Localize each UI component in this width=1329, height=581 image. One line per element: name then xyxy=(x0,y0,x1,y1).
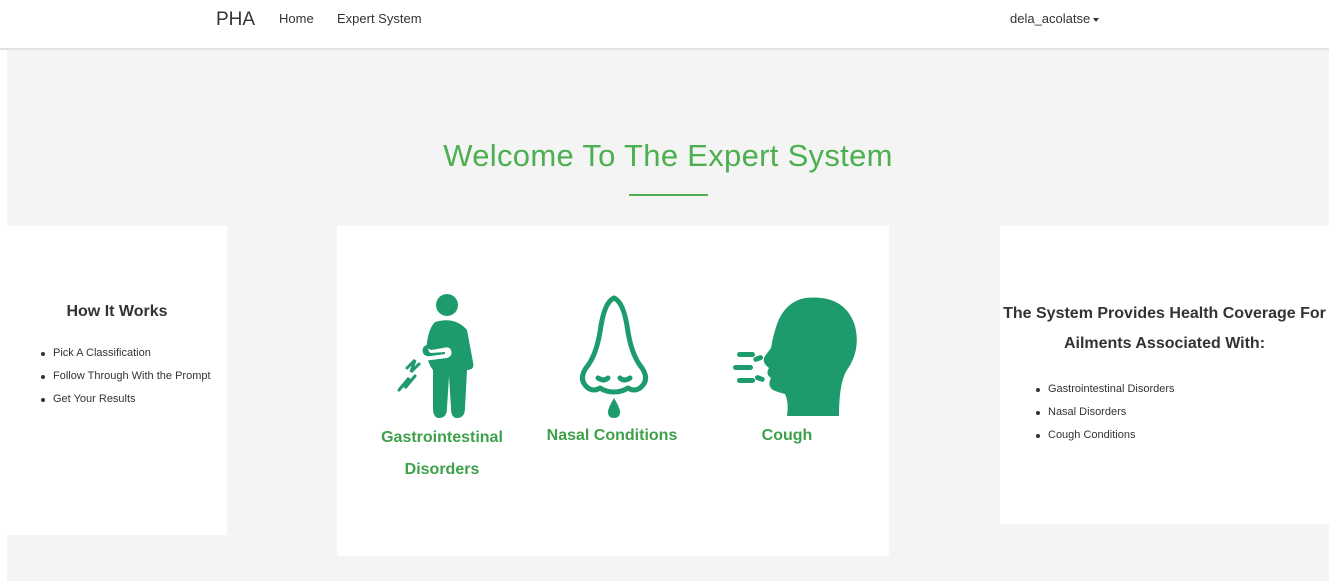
list-item: Follow Through With the Prompt xyxy=(39,365,211,388)
list-item: Gastrointestinal Disorders xyxy=(1034,378,1175,401)
coverage-list: Gastrointestinal Disorders Nasal Disorde… xyxy=(1034,378,1175,447)
categories-card: Gastrointestinal Disorders Nasal Conditi… xyxy=(337,226,889,556)
category-gastrointestinal[interactable]: Gastrointestinal Disorders xyxy=(367,226,517,486)
stomach-pain-icon xyxy=(397,294,474,418)
list-item: Pick A Classification xyxy=(39,342,211,365)
nose-drip-icon xyxy=(580,295,648,418)
caret-down-icon xyxy=(1093,17,1100,22)
list-item: Get Your Results xyxy=(39,388,211,411)
category-cough[interactable]: Cough xyxy=(707,226,867,486)
category-label: Cough xyxy=(761,427,813,444)
list-item: Cough Conditions xyxy=(1034,424,1175,447)
how-it-works-list: Pick A Classification Follow Through Wit… xyxy=(39,342,211,411)
brand-link[interactable]: PHA xyxy=(216,9,255,31)
nav-link-expert-system[interactable]: Expert System xyxy=(337,11,422,26)
coverage-card: The System Provides Health Coverage For … xyxy=(1000,226,1329,524)
title-underline xyxy=(629,194,708,196)
cough-head-icon xyxy=(733,297,857,416)
category-label: Nasal Conditions xyxy=(546,427,678,444)
coverage-title: The System Provides Health Coverage For … xyxy=(1003,305,1326,352)
list-item: Nasal Disorders xyxy=(1034,401,1175,424)
user-name: dela_acolatse xyxy=(1010,11,1091,26)
how-it-works-title: How It Works xyxy=(66,303,168,320)
user-dropdown[interactable]: dela_acolatse xyxy=(1010,11,1100,26)
how-it-works-card: How It Works Pick A Classification Follo… xyxy=(7,226,227,535)
navbar: PHA Home Expert System dela_acolatse xyxy=(0,0,1329,50)
category-nasal[interactable]: Nasal Conditions xyxy=(542,226,682,486)
nav-link-home[interactable]: Home xyxy=(279,11,314,26)
page-title: Welcome To The Expert System xyxy=(443,138,893,173)
category-label: Gastrointestinal Disorders xyxy=(381,429,503,478)
